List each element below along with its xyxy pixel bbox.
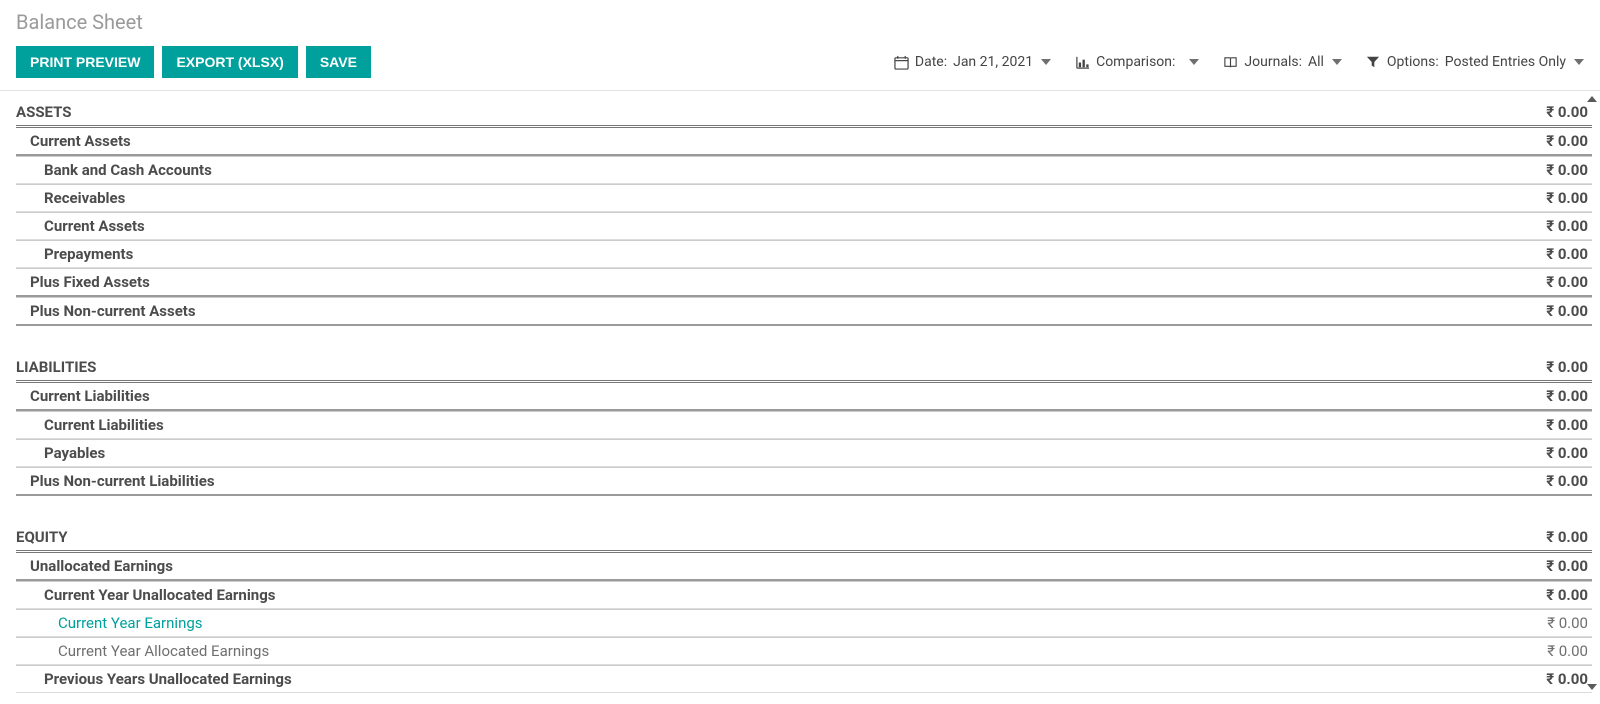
report-row-plus-noncurrent-assets[interactable]: Plus Non-current Assets ₹ 0.00 [16, 297, 1592, 326]
row-label: ASSETS [16, 103, 72, 121]
row-label: Previous Years Unallocated Earnings [16, 670, 292, 688]
filter-bar: Date: Jan 21, 2021 Comparison: Journals:… [894, 54, 1584, 70]
report-row-current-liabilities-1[interactable]: Current Liabilities ₹ 0.00 [16, 383, 1592, 411]
report-row-equity[interactable]: EQUITY ₹ 0.00 [16, 524, 1592, 553]
row-value: ₹ 0.00 [1518, 557, 1588, 575]
row-label: Current Liabilities [16, 387, 150, 405]
report-row-bank-cash[interactable]: Bank and Cash Accounts ₹ 0.00 [16, 156, 1592, 184]
row-label: Plus Non-current Assets [16, 302, 196, 320]
row-label: Unallocated Earnings [16, 557, 173, 575]
row-label: Current Liabilities [16, 416, 164, 434]
filter-options-label: Options: [1387, 54, 1439, 70]
filter-icon [1366, 55, 1381, 70]
row-value: ₹ 0.00 [1518, 302, 1588, 320]
row-label: Payables [16, 444, 105, 462]
caret-down-icon [1189, 57, 1199, 67]
row-value: ₹ 0.00 [1518, 586, 1588, 604]
row-value: ₹ 0.00 [1518, 358, 1588, 376]
report-row-cy-earnings[interactable]: Current Year Earnings ₹ 0.00 [16, 609, 1592, 637]
row-value: ₹ 0.00 [1518, 614, 1588, 632]
print-preview-button[interactable]: PRINT PREVIEW [16, 46, 154, 78]
row-label: Plus Fixed Assets [16, 273, 150, 291]
report-row-liabilities[interactable]: LIABILITIES ₹ 0.00 [16, 354, 1592, 383]
row-value: ₹ 0.00 [1518, 472, 1588, 490]
toolbar: PRINT PREVIEW EXPORT (XLSX) SAVE Date: J… [0, 38, 1600, 91]
row-label: Bank and Cash Accounts [16, 161, 212, 179]
row-value: ₹ 0.00 [1518, 387, 1588, 405]
report-row-prev-unalloc-earnings[interactable]: Previous Years Unallocated Earnings ₹ 0.0… [16, 665, 1592, 693]
row-value: ₹ 0.00 [1518, 416, 1588, 434]
row-label: Receivables [16, 189, 125, 207]
row-value: ₹ 0.00 [1518, 245, 1588, 263]
row-value: ₹ 0.00 [1518, 444, 1588, 462]
report-row-unallocated-earnings[interactable]: Unallocated Earnings ₹ 0.00 [16, 553, 1592, 581]
caret-down-icon [1041, 57, 1051, 67]
filter-date-value: Jan 21, 2021 [953, 54, 1033, 70]
caret-down-icon [1332, 57, 1342, 67]
report-row-prepayments[interactable]: Prepayments ₹ 0.00 [16, 240, 1592, 268]
filter-comparison-label: Comparison: [1096, 54, 1175, 70]
filter-journals-label: Journals: [1244, 54, 1302, 70]
filter-date[interactable]: Date: Jan 21, 2021 [894, 54, 1051, 70]
row-label: Plus Non-current Liabilities [16, 472, 215, 490]
row-value: ₹ 0.00 [1518, 132, 1588, 150]
report-row-payables[interactable]: Payables ₹ 0.00 [16, 439, 1592, 467]
report-row-cy-alloc-earnings[interactable]: Current Year Allocated Earnings ₹ 0.00 [16, 637, 1592, 665]
report-row-assets[interactable]: ASSETS ₹ 0.00 [16, 99, 1592, 128]
filter-options-value: Posted Entries Only [1445, 54, 1566, 70]
filter-journals-value: All [1308, 54, 1324, 70]
report-row-current-liabilities-2[interactable]: Current Liabilities ₹ 0.00 [16, 411, 1592, 439]
report-row-plus-noncurrent-liab[interactable]: Plus Non-current Liabilities ₹ 0.00 [16, 467, 1592, 496]
row-value: ₹ 0.00 [1518, 642, 1588, 660]
caret-down-icon [1574, 57, 1584, 67]
export-xlsx-button[interactable]: EXPORT (XLSX) [162, 46, 297, 78]
row-value: ₹ 0.00 [1518, 273, 1588, 291]
filter-date-label: Date: [915, 54, 947, 70]
page-title: Balance Sheet [0, 0, 1600, 38]
row-label: Prepayments [16, 245, 133, 263]
calendar-icon [894, 55, 909, 70]
row-value: ₹ 0.00 [1518, 161, 1588, 179]
report-body[interactable]: ASSETS₹ 0.00Current Assets₹ 0.00Bank and… [0, 91, 1600, 695]
report-row-receivables[interactable]: Receivables ₹ 0.00 [16, 184, 1592, 212]
row-label: Current Assets [16, 132, 131, 150]
filter-journals[interactable]: Journals: All [1223, 54, 1342, 70]
row-label: Current Year Allocated Earnings [16, 642, 269, 660]
filter-options[interactable]: Options: Posted Entries Only [1366, 54, 1584, 70]
report-row-current-assets-2[interactable]: Current Assets ₹ 0.00 [16, 212, 1592, 240]
report-row-current-assets[interactable]: Current Assets ₹ 0.00 [16, 128, 1592, 156]
save-button[interactable]: SAVE [306, 46, 371, 78]
row-value: ₹ 0.00 [1518, 103, 1588, 121]
row-label: Current Year Unallocated Earnings [16, 586, 275, 604]
row-label: LIABILITIES [16, 358, 96, 376]
row-label: Current Year Earnings [16, 614, 203, 632]
row-value: ₹ 0.00 [1518, 189, 1588, 207]
filter-comparison[interactable]: Comparison: [1075, 54, 1199, 70]
row-label: Current Assets [16, 217, 145, 235]
report-row-cy-unalloc-earnings[interactable]: Current Year Unallocated Earnings ₹ 0.00 [16, 581, 1592, 609]
row-label: EQUITY [16, 528, 68, 546]
report-row-plus-fixed-assets[interactable]: Plus Fixed Assets ₹ 0.00 [16, 268, 1592, 297]
row-value: ₹ 0.00 [1518, 528, 1588, 546]
book-icon [1223, 55, 1238, 70]
row-value: ₹ 0.00 [1518, 670, 1588, 688]
bar-chart-icon [1075, 55, 1090, 70]
row-value: ₹ 0.00 [1518, 217, 1588, 235]
